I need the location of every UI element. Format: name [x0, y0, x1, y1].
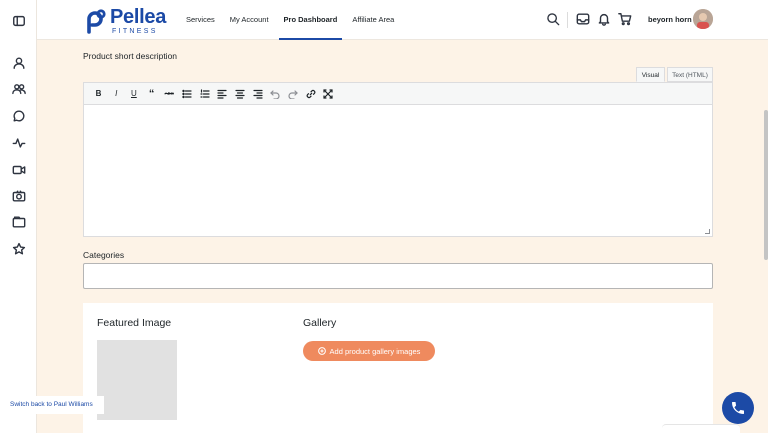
link-icon: [306, 89, 316, 98]
user-name[interactable]: beyorn horn: [648, 15, 692, 24]
short-description-editor[interactable]: B I U “ ABC: [83, 82, 713, 237]
categories-input[interactable]: [83, 263, 713, 289]
chat-icon[interactable]: [10, 107, 27, 124]
main-nav: Services My Account Pro Dashboard Affili…: [186, 0, 409, 40]
numbered-list-button[interactable]: [196, 87, 213, 101]
star-icon[interactable]: [10, 240, 27, 257]
blockquote-button[interactable]: “: [143, 87, 160, 101]
add-gallery-images-label: Add product gallery images: [329, 346, 421, 356]
logo-mark-icon: [87, 9, 106, 34]
plus-circle-icon: [317, 347, 326, 355]
switch-back-link[interactable]: Switch back to Paul Williams: [0, 396, 104, 414]
undo-icon: [270, 89, 280, 99]
fullscreen-icon: [323, 88, 334, 99]
header-divider: [567, 12, 568, 28]
featured-image-title: Featured Image: [97, 317, 172, 329]
align-right-button[interactable]: [249, 87, 266, 101]
gallery-title: Gallery: [303, 317, 337, 329]
user-icon[interactable]: [10, 54, 27, 71]
tab-text-html[interactable]: Text (HTML): [667, 67, 713, 82]
tab-visual[interactable]: Visual: [636, 67, 665, 82]
categories-label: Categories: [83, 250, 125, 260]
bullet-list-icon: [182, 89, 192, 98]
fullscreen-button[interactable]: [320, 87, 337, 101]
numbered-list-icon: [200, 88, 210, 98]
align-center-icon: [235, 89, 245, 99]
logo-name: Pellea: [110, 6, 167, 28]
align-left-icon: [217, 89, 227, 99]
editor-resize-handle[interactable]: [705, 229, 710, 234]
editor-toolbar: B I U “ ABC: [84, 83, 712, 105]
folder-icon[interactable]: [10, 213, 27, 230]
bullet-list-button[interactable]: [178, 87, 195, 101]
add-gallery-images-button[interactable]: Add product gallery images: [303, 341, 435, 361]
nav-pro-dashboard[interactable]: Pro Dashboard: [278, 0, 343, 40]
chat-widget-tab[interactable]: [662, 424, 740, 433]
align-left-button[interactable]: [214, 87, 231, 101]
avatar-photo-icon: [693, 9, 713, 29]
avatar[interactable]: [693, 9, 713, 29]
strikethrough-button[interactable]: ABC: [161, 87, 178, 101]
underline-button[interactable]: U: [125, 87, 142, 101]
media-panel: Featured Image Gallery Add product galle…: [83, 303, 713, 433]
short-description-label: Product short description: [83, 51, 178, 61]
sidebar-toggle-icon[interactable]: [10, 12, 27, 29]
align-right-icon: [253, 89, 263, 99]
video-icon[interactable]: [10, 161, 27, 178]
inbox-icon[interactable]: [576, 12, 590, 26]
top-header: Pellea FITNESS Services My Account Pro D…: [37, 0, 768, 40]
redo-button[interactable]: [285, 87, 302, 101]
phone-icon: [732, 402, 744, 414]
bell-icon[interactable]: [597, 12, 611, 26]
activity-icon[interactable]: [10, 134, 27, 151]
nav-affiliate-area[interactable]: Affiliate Area: [352, 0, 394, 40]
link-button[interactable]: [302, 87, 319, 101]
align-center-button[interactable]: [232, 87, 249, 101]
search-icon[interactable]: [546, 12, 560, 26]
group-icon[interactable]: [10, 80, 27, 97]
featured-image-placeholder[interactable]: [97, 340, 177, 420]
redo-icon: [288, 89, 298, 99]
cart-icon[interactable]: [618, 12, 632, 26]
phone-call-button[interactable]: [722, 392, 754, 424]
italic-button[interactable]: I: [108, 87, 125, 101]
logo-subtitle: FITNESS: [112, 28, 158, 35]
left-sidebar: [0, 0, 37, 433]
nav-my-account[interactable]: My Account: [230, 0, 269, 40]
nav-services[interactable]: Services: [186, 0, 215, 40]
pellea-logo[interactable]: Pellea FITNESS: [85, 7, 166, 35]
undo-button[interactable]: [267, 87, 284, 101]
camera-icon[interactable]: [10, 187, 27, 204]
bold-button[interactable]: B: [90, 87, 107, 101]
page-scrollbar[interactable]: [764, 110, 768, 260]
